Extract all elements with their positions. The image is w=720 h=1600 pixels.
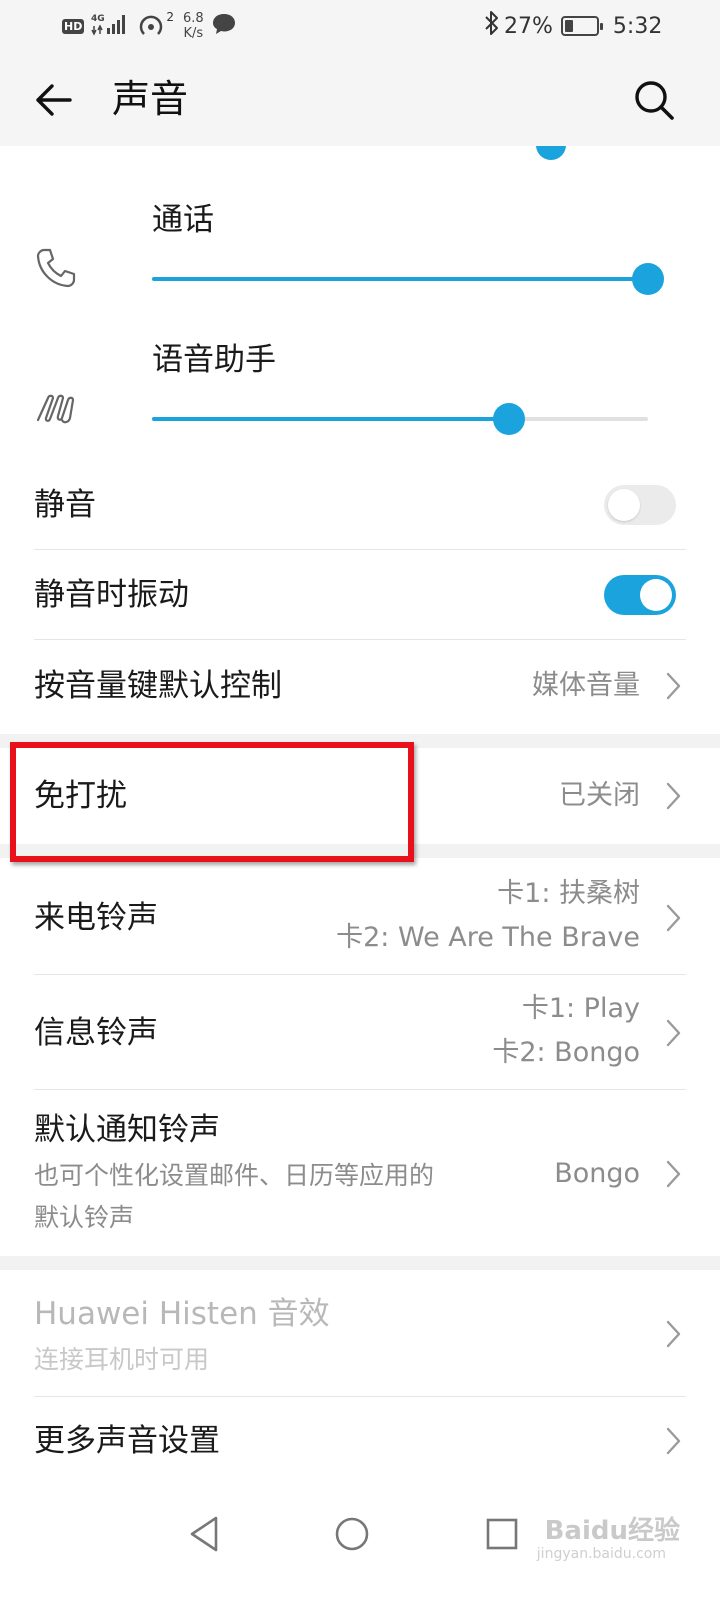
circle-home-icon (335, 1517, 369, 1551)
vibrate-when-muted-row[interactable]: 静音时振动 (0, 550, 720, 640)
signal-icon: 4G (91, 12, 131, 40)
hotspot-icon: 2 (138, 10, 174, 40)
message-icon (211, 12, 237, 40)
notification-tone-subtitle-1: 也可个性化设置邮件、日历等应用的 (34, 1161, 435, 1190)
battery-percent: 27% (504, 13, 553, 39)
histen-subtitle: 连接耳机时可用 (34, 1345, 210, 1374)
chevron-right-icon (666, 904, 681, 932)
chevron-right-icon (666, 1320, 681, 1348)
status-icons-left: HD 4G 2 6.8 K/s (62, 10, 237, 42)
baidu-watermark: Baidu经验 (544, 1516, 680, 1546)
speed-value: 6.8 (182, 11, 204, 26)
chevron-right-icon (666, 1160, 681, 1188)
chevron-right-icon (666, 782, 681, 810)
message-tone-label: 信息铃声 (34, 1015, 158, 1051)
chevron-right-icon (666, 1019, 681, 1047)
section-gap (0, 1256, 720, 1270)
ringtone-row[interactable]: 来电铃声 卡1: 扶桑树 卡2: We Are The Brave (0, 858, 720, 974)
baidu-watermark-url: jingyan.baidu.com (536, 1546, 666, 1562)
ringtone-value-card1: 卡1: 扶桑树 (497, 878, 640, 909)
chevron-right-icon (666, 1427, 681, 1455)
do-not-disturb-value: 已关闭 (559, 780, 640, 811)
mute-row[interactable]: 静音 (0, 460, 720, 550)
mute-toggle-knob (608, 489, 640, 521)
histen-label: Huawei Histen 音效 (34, 1296, 330, 1332)
do-not-disturb-row[interactable]: 免打扰 已关闭 (0, 748, 720, 844)
search-button[interactable] (628, 74, 680, 126)
volume-key-default-value: 媒体音量 (532, 670, 640, 701)
voice-assistant-volume-fill (152, 417, 510, 421)
call-volume-fill (152, 277, 648, 281)
voice-assistant-volume-row: 语音助手 (0, 326, 720, 466)
message-tone-row[interactable]: 信息铃声 卡1: Play 卡2: Bongo (0, 975, 720, 1089)
speed-unit: K/s (183, 26, 204, 41)
vibrate-when-muted-toggle[interactable] (604, 575, 676, 615)
ringtone-label: 来电铃声 (34, 900, 158, 936)
back-button[interactable] (28, 74, 80, 126)
histen-row[interactable]: Huawei Histen 音效 连接耳机时可用 (0, 1270, 720, 1396)
volume-key-default-label: 按音量键默认控制 (34, 668, 282, 704)
partial-slider-thumb[interactable] (536, 146, 566, 160)
message-tone-value-card2: 卡2: Bongo (492, 1037, 640, 1068)
settings-list: 通话 语音助手 静音 静音时振动 按音量键默认控制 媒体音量 免打扰 已关闭 来… (0, 146, 720, 1480)
notification-tone-row[interactable]: 默认通知铃声 也可个性化设置邮件、日历等应用的 默认铃声 Bongo (0, 1090, 720, 1256)
bluetooth-icon (484, 10, 500, 42)
page-title: 声音 (112, 77, 189, 121)
call-volume-thumb[interactable] (632, 263, 664, 295)
notification-tone-subtitle-2: 默认铃声 (34, 1203, 135, 1232)
call-volume-row: 通话 (0, 186, 720, 326)
hd-badge: HD (62, 18, 85, 34)
vibrate-toggle-knob (640, 579, 672, 611)
mute-toggle[interactable] (604, 485, 676, 525)
voice-assistant-volume-slider[interactable] (152, 403, 648, 435)
nav-back-button[interactable] (176, 1504, 236, 1564)
phone-icon (34, 246, 78, 290)
status-bar: HD 4G 2 6.8 K/s 27% 5:32 (0, 0, 720, 52)
message-tone-value-card1: 卡1: Play (521, 993, 640, 1024)
volume-key-default-row[interactable]: 按音量键默认控制 媒体音量 (0, 640, 720, 732)
nav-home-button[interactable] (322, 1504, 382, 1564)
battery-icon (560, 16, 603, 36)
voice-assistant-volume-label: 语音助手 (152, 342, 276, 378)
mute-label: 静音 (34, 487, 96, 523)
more-sound-settings-label: 更多声音设置 (34, 1423, 220, 1459)
search-icon (635, 81, 674, 120)
app-bar: 声音 (0, 52, 720, 146)
vibrate-when-muted-label: 静音时振动 (34, 577, 189, 613)
more-sound-settings-row[interactable]: 更多声音设置 (0, 1397, 720, 1480)
section-gap (0, 844, 720, 858)
network-speed: 6.8 K/s (183, 11, 204, 41)
call-volume-label: 通话 (152, 202, 214, 238)
triangle-back-icon (190, 1516, 218, 1552)
section-gap (0, 734, 720, 748)
clock: 5:32 (612, 13, 663, 39)
notification-tone-value: Bongo (554, 1158, 640, 1189)
nav-recents-button[interactable] (472, 1504, 532, 1564)
notification-tone-label: 默认通知铃声 (34, 1112, 220, 1148)
svg-text:4G: 4G (91, 14, 105, 24)
status-icons-right: 27% 5:32 (484, 10, 662, 42)
arrow-left-icon (36, 84, 72, 116)
navigation-bar: Baidu经验 jingyan.baidu.com (0, 1480, 720, 1600)
battery-level-fill (564, 20, 573, 32)
chevron-right-icon (666, 672, 681, 700)
voice-assistant-icon (34, 386, 78, 430)
square-recents-icon (486, 1518, 518, 1550)
voice-assistant-volume-thumb[interactable] (493, 403, 526, 435)
call-volume-slider[interactable] (152, 263, 664, 295)
ringtone-value-card2: 卡2: We Are The Brave (336, 922, 640, 953)
hotspot-count: 2 (166, 10, 174, 24)
do-not-disturb-label: 免打扰 (34, 778, 127, 814)
